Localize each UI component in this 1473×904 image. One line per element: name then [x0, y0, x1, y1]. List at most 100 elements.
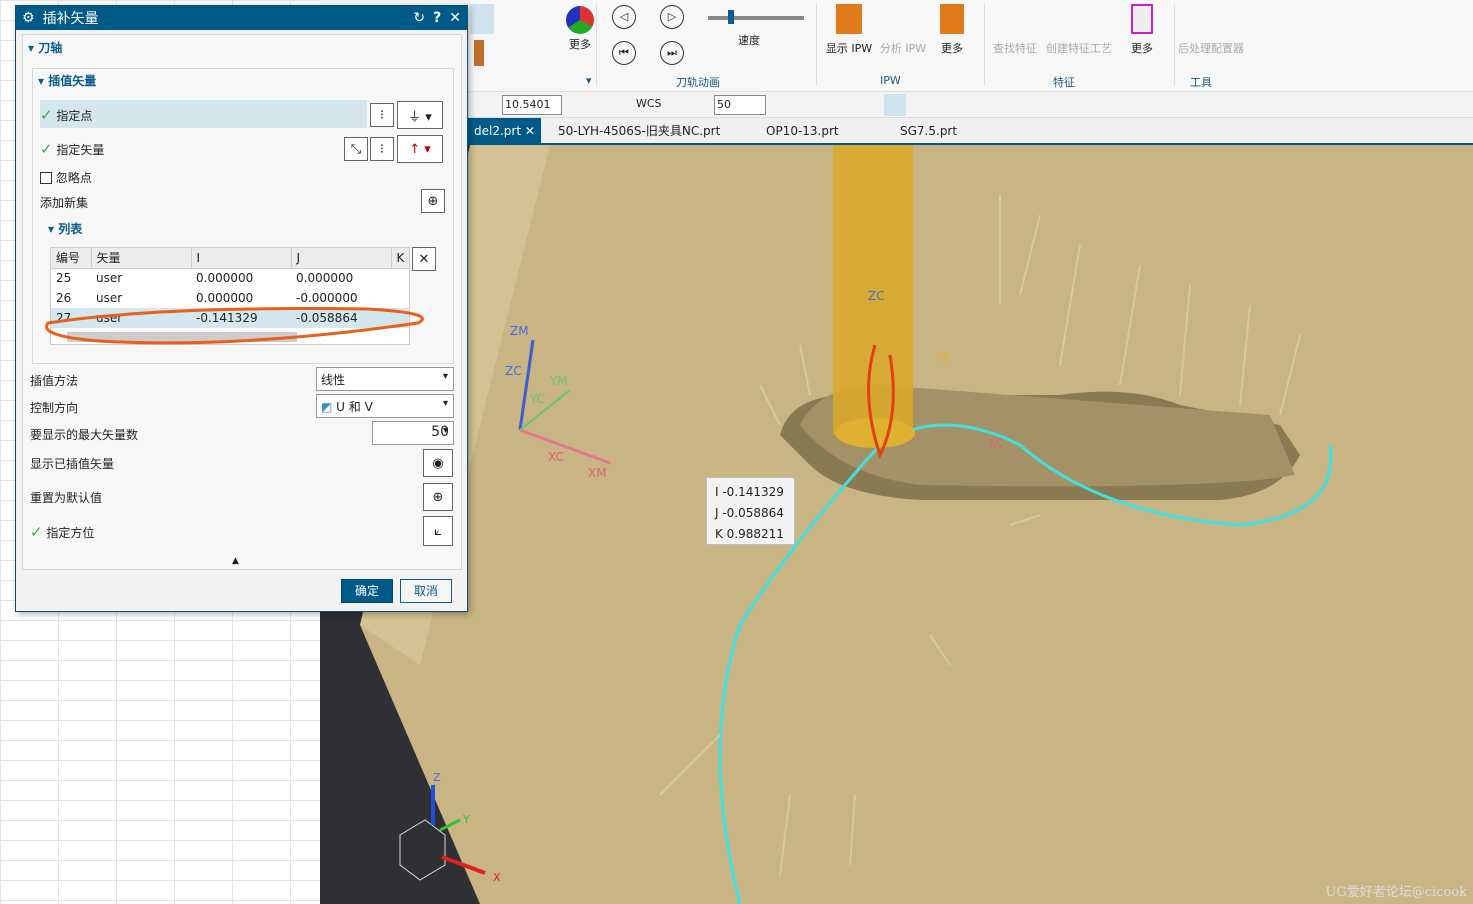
- section-tool-axis[interactable]: ▾ 刀轴: [28, 39, 62, 56]
- speed-slider[interactable]: [708, 10, 804, 24]
- ignore-point-label: 忽略点: [55, 171, 92, 185]
- tab-sg75[interactable]: SG7.5.prt: [894, 118, 963, 144]
- show-ipw-button[interactable]: 显示 IPW: [824, 4, 874, 56]
- control-dir-label: 控制方向: [30, 401, 79, 415]
- 3d-scene: ZM ZC YM YC XC XM ZC YC XC Z Y X: [360, 145, 1473, 904]
- specify-point-label: 指定点: [56, 109, 93, 123]
- control-dir-value: U 和 V: [336, 400, 373, 414]
- dialog-title: 插补矢量: [42, 11, 99, 27]
- more-label: 更多: [941, 42, 963, 55]
- tooltip-k: K 0.988211: [715, 527, 784, 541]
- step-forward-icon[interactable]: ▷: [660, 5, 684, 29]
- tool-icon[interactable]: [474, 40, 484, 66]
- delete-icon[interactable]: ✕: [412, 247, 436, 271]
- col-header[interactable]: K: [391, 248, 409, 269]
- triad-z: Z: [433, 771, 441, 784]
- shaded-view-icon[interactable]: [884, 94, 906, 116]
- check-icon: ✓: [30, 523, 43, 541]
- ignore-point-checkbox[interactable]: 忽略点: [40, 169, 92, 186]
- layer-select[interactable]: 50: [714, 95, 766, 115]
- group-tools-label: 工具: [1190, 76, 1212, 89]
- post-config-button[interactable]: 后处理配置器: [1176, 40, 1246, 56]
- vector-dialog-icon[interactable]: ⁝: [370, 137, 394, 161]
- ok-button[interactable]: 确定: [341, 579, 393, 603]
- reset-vectors-icon[interactable]: ⊕: [423, 483, 453, 511]
- step-back-icon[interactable]: ◁: [612, 5, 636, 29]
- tab-label: del2.prt: [474, 124, 522, 138]
- tab-model2[interactable]: del2.prt ✕: [468, 118, 541, 144]
- col-header[interactable]: 矢量: [91, 248, 192, 269]
- add-new-set-label: 添加新集: [40, 196, 89, 210]
- section-label: 列表: [58, 222, 83, 236]
- xc-label: XC: [548, 450, 564, 464]
- color-wheel-icon: [566, 6, 594, 34]
- checkbox[interactable]: [40, 172, 52, 184]
- reset-label: 重置为默认值: [30, 491, 103, 505]
- xm-label: XM: [588, 466, 607, 480]
- table-row[interactable]: 25 user 0.000000 0.000000: [51, 268, 409, 288]
- ipw-icon: [836, 4, 862, 34]
- control-dir-select[interactable]: ◩ U 和 V: [316, 394, 454, 418]
- specify-orient-row[interactable]: ✓ 指定方位: [30, 523, 94, 541]
- feature-more-button[interactable]: 更多: [1124, 4, 1160, 56]
- gear-icon: ⚙: [22, 10, 35, 26]
- ipw-more-button[interactable]: 更多: [934, 4, 970, 56]
- cell: user: [96, 271, 123, 286]
- reverse-direction-icon[interactable]: ⤡: [344, 137, 368, 161]
- point-dialog-icon[interactable]: ⁝: [370, 103, 394, 127]
- interpolate-vector-dialog: ⚙ 插补矢量 ↻ ? ✕ ▾ 刀轴 ▾ 插值矢量 ✓ 指定点 ⁝ ⏚ ▾ ✓ 指…: [15, 5, 468, 612]
- watermark: UG爱好者论坛@cicook: [1325, 885, 1467, 900]
- col-header[interactable]: I: [191, 248, 292, 269]
- tab-lyh[interactable]: 50-LYH-4506S-旧夹具NC.prt: [552, 118, 726, 144]
- analyze-ipw-button[interactable]: 分析 IPW: [878, 40, 928, 56]
- collapse-icon[interactable]: ▲: [232, 556, 239, 566]
- to-end-icon[interactable]: ⏭: [660, 41, 684, 65]
- specify-orient-label: 指定方位: [46, 526, 95, 540]
- eye-icon[interactable]: ◉: [423, 449, 453, 477]
- wcs-dropdown[interactable]: WCS: [636, 97, 662, 110]
- point-type-dropdown[interactable]: ⏚ ▾: [397, 101, 443, 129]
- toolpath-display-icon[interactable]: [470, 4, 494, 34]
- tab-op10[interactable]: OP10-13.prt: [760, 118, 845, 144]
- check-icon: ✓: [40, 140, 53, 158]
- group-anim-label: 刀轨动画: [676, 76, 720, 89]
- cancel-button[interactable]: 取消: [400, 579, 452, 603]
- ipw-settings-icon: [940, 4, 964, 34]
- more-button-1[interactable]: 更多: [560, 4, 600, 64]
- max-vectors-input[interactable]: 50: [372, 421, 454, 445]
- specify-vector-row[interactable]: ✓ 指定矢量: [40, 140, 104, 158]
- triad-x: X: [493, 871, 501, 884]
- surface-icon: ◩: [321, 400, 333, 414]
- col-header[interactable]: J: [291, 248, 392, 269]
- find-feature-button[interactable]: 查找特征: [990, 40, 1040, 56]
- close-icon[interactable]: ✕: [449, 10, 461, 26]
- tooltip-j: J -0.058864: [715, 506, 784, 520]
- section-list[interactable]: ▾ 列表: [48, 220, 82, 237]
- cell: 0.000000: [196, 271, 254, 286]
- tool-yc-label: YC: [935, 350, 951, 364]
- create-feature-process-button[interactable]: 创建特征工艺: [1044, 40, 1114, 56]
- tolerance-input[interactable]: 10.5401: [502, 95, 562, 115]
- zm-label: ZM: [510, 324, 529, 338]
- specify-vector-label: 指定矢量: [56, 143, 105, 157]
- interp-method-select[interactable]: 线性: [316, 367, 454, 391]
- reset-icon[interactable]: ↻: [413, 10, 425, 26]
- add-set-button[interactable]: ⊕: [421, 189, 445, 213]
- more-label: 更多: [1131, 42, 1153, 55]
- specify-point-row[interactable]: ✓ 指定点: [40, 100, 367, 128]
- annotation-ellipse: [45, 307, 424, 345]
- show-interp-label: 显示已插值矢量: [30, 457, 115, 471]
- max-vectors-label: 要显示的最大矢量数: [30, 428, 139, 442]
- to-start-icon[interactable]: ⏮: [612, 41, 636, 65]
- slider-thumb[interactable]: [728, 10, 734, 24]
- dialog-titlebar: ⚙ 插补矢量 ↻ ? ✕: [16, 6, 467, 30]
- graphics-viewport[interactable]: ZM ZC YM YC XC XM ZC YC XC Z Y X: [320, 145, 1473, 904]
- col-header[interactable]: 编号: [51, 248, 92, 269]
- vector-type-dropdown[interactable]: ↑ ▾: [397, 135, 443, 163]
- section-interp-vector[interactable]: ▾ 插值矢量: [38, 72, 96, 89]
- interp-method-label: 插值方法: [30, 374, 79, 388]
- help-icon[interactable]: ?: [433, 10, 441, 26]
- csys-icon[interactable]: ⟀: [423, 516, 453, 546]
- tool-zc-label: ZC: [868, 289, 885, 303]
- group-caption: ▾: [586, 74, 592, 87]
